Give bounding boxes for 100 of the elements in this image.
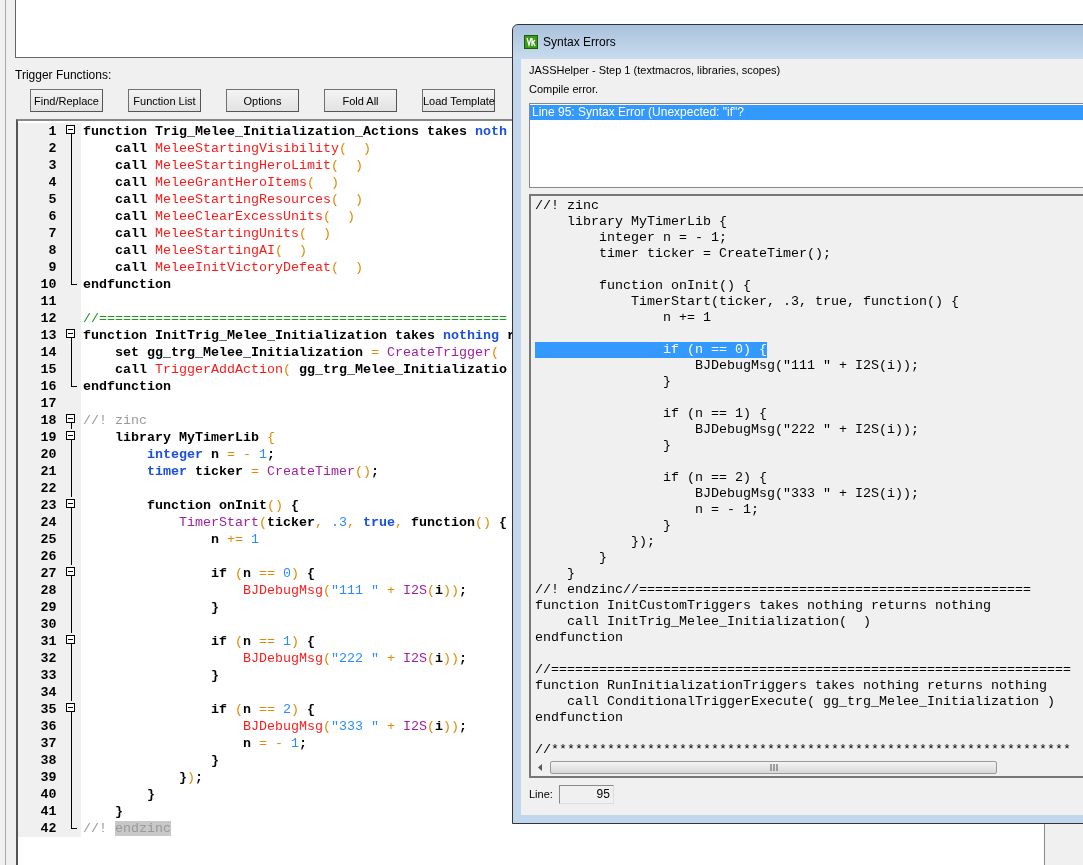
code-line: }); [177,769,203,786]
code-line: BJDebugMsg("111 " + I2S(i)); [693,358,919,374]
code-line: set gg_trg_Melee_Initialization = CreateTrigger( [114,344,499,361]
code-line: if (n == 0) { [209,565,315,582]
code-line: integer n = - 1; [146,446,275,463]
code-line: call MeleeStartingUnits( ) [114,225,331,242]
line-number: 16 [39,378,57,395]
line-number: 9 [47,259,57,276]
code-line: call MeleeGrantHeroItems( ) [114,174,339,191]
code-line: TimerStart(ticker, .3, true, function() { [177,514,507,531]
line-number: 39 [39,769,57,786]
code-line: timer ticker = CreateTimer(); [146,463,379,480]
collapse-icon[interactable] [66,499,76,508]
code-line: }); [629,534,655,550]
line-number: 14 [39,344,57,361]
line-number: 34 [39,684,57,701]
collapse-icon[interactable] [66,703,76,712]
line-number: 15 [39,361,57,378]
code-line: } [661,374,671,390]
toolbar-button[interactable]: Function List [128,89,201,112]
group-label: Trigger Functions: [15,67,113,83]
toolbar-button[interactable]: Options [226,89,299,112]
code-line: call MeleeInitVictoryDefeat( ) [114,259,363,276]
code-line: //================================================================= [535,662,1071,678]
code-line: function onInit() { [146,497,299,514]
line-number: 28 [39,582,57,599]
code-line: TimerStart(ticker, .3, true, function() { [629,294,959,310]
code-line: BJDebugMsg("222 " + I2S(i)); [693,422,919,438]
code-line: } [114,803,123,820]
code-line: BJDebugMsg("111 " + I2S(i)); [241,582,467,599]
code-line: } [209,667,219,684]
code-line: n = - 1; [241,735,307,752]
scroll-thumb[interactable] [550,761,997,774]
code-line: } [661,438,671,454]
code-line: call MeleeClearExcessUnits( ) [114,208,355,225]
code-line: call InitTrig_Melee_Initialization( ) [566,614,871,630]
line-number: 12 [39,310,57,327]
line-number: 23 [39,497,57,514]
line-number: 40 [39,786,57,803]
code-line: endfunction [535,630,623,646]
line-number: 19 [39,429,57,446]
line-number: 33 [39,667,57,684]
left-arrow-icon[interactable] [536,763,544,772]
line-number: 1 [47,123,57,140]
code-line: call TriggerAddAction( gg_trg_Melee_Initializatio [114,361,507,378]
code-line: } [661,518,671,534]
window-title: Syntax Errors [543,35,616,49]
line-number: 22 [39,480,57,497]
line-number: 3 [47,157,57,174]
code-line: BJDebugMsg("333 " + I2S(i)); [241,718,467,735]
code-line: function InitCustomTriggers takes nothing returns nothing [535,598,991,614]
line-number: 20 [39,446,57,463]
code-line: n = - 1; [693,502,759,518]
code-line: library MyTimerLib { [114,429,275,446]
grip-icon [769,764,778,771]
code-line: if (n == 2) { [209,701,315,718]
app-icon [524,35,538,49]
collapse-icon[interactable] [66,431,76,440]
code-line: endfunction [535,710,623,726]
code-line: timer ticker = CreateTimer(); [598,246,831,262]
line-number: 5 [47,191,57,208]
line-number: 32 [39,650,57,667]
line-number: 10 [39,276,57,293]
line-number: 41 [39,803,57,820]
code-line: if (n == 1) { [209,633,315,650]
line-number: 30 [39,616,57,633]
code-line: call MeleeStartingAI( ) [114,242,307,259]
line-number: 29 [39,599,57,616]
code-line: } [209,599,219,616]
line-number: 26 [39,548,57,565]
line-number: 8 [47,242,57,259]
line-number: 37 [39,735,57,752]
code-line: BJDebugMsg("222 " + I2S(i)); [241,650,467,667]
code-line: //***************************************************************** [535,742,1071,758]
line-number: 24 [39,514,57,531]
line-number: 25 [39,531,57,548]
code-line: } [209,752,219,769]
collapse-icon[interactable] [66,125,76,134]
toolbar-button[interactable]: Fold All [324,89,397,112]
code-line: function onInit() { [598,278,751,294]
toolbar-button[interactable]: Find/Replace [30,89,103,112]
line-field[interactable]: 95 [558,785,614,804]
code-line: //! endzinc//================================================= [535,582,1031,598]
code-line: call MeleeStartingVisibility( ) [114,140,371,157]
line-number: 18 [39,412,57,429]
line-number: 31 [39,633,57,650]
collapse-icon[interactable] [66,329,76,338]
code-line: library MyTimerLib { [566,214,727,230]
line-number: 42 [39,820,57,837]
line-number: 13 [39,327,57,344]
code-line: n += 1 [661,310,711,326]
code-line: BJDebugMsg("333 " + I2S(i)); [693,486,919,502]
collapse-icon[interactable] [66,635,76,644]
code-line: } [598,550,607,566]
collapse-icon[interactable] [66,414,76,423]
collapse-icon[interactable] [66,567,76,576]
line-number: 21 [39,463,57,480]
line-number: 36 [39,718,57,735]
code-line: } [146,786,155,803]
code-line: endfunction [82,378,171,395]
